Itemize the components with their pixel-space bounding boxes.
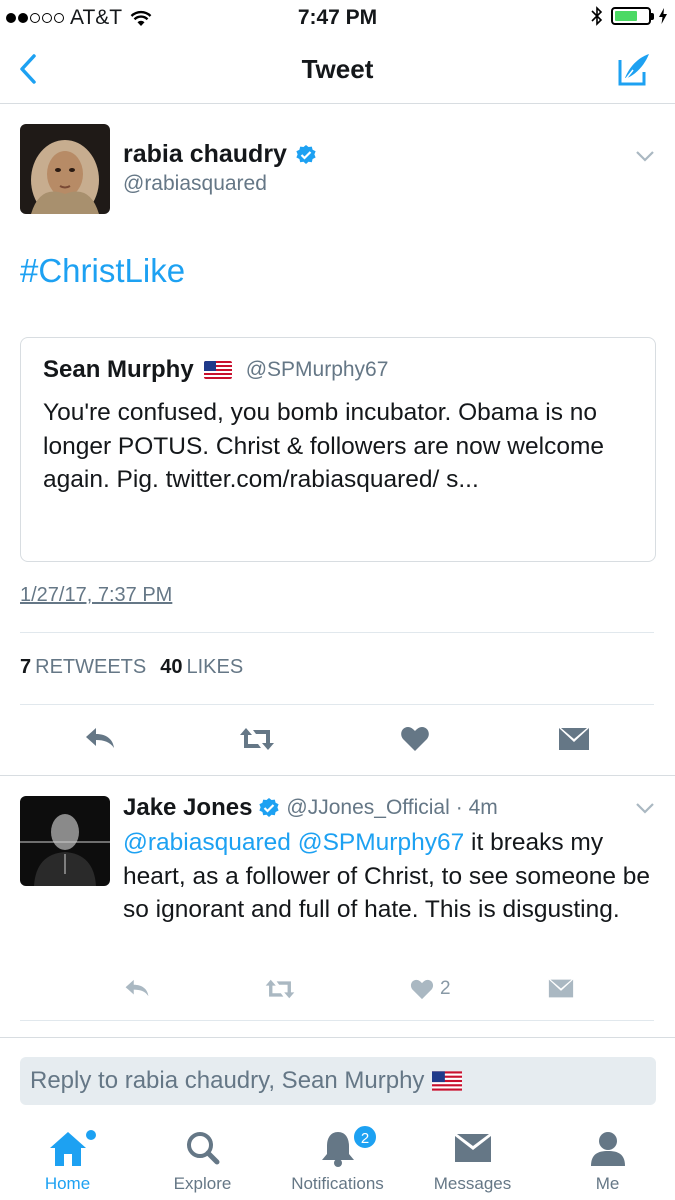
- like-button[interactable]: 2: [410, 978, 451, 1000]
- new-content-dot: [86, 1130, 96, 1140]
- reply-icon: [125, 979, 149, 997]
- tab-label: Explore: [173, 1174, 232, 1193]
- reply-button[interactable]: [84, 726, 116, 750]
- retweet-button[interactable]: [264, 978, 296, 1000]
- like-count[interactable]: 40 LIKES: [160, 656, 243, 679]
- tab-home[interactable]: Home: [0, 1118, 135, 1200]
- heart-icon: [410, 979, 434, 999]
- mention-link[interactable]: @SPMurphy67: [298, 829, 465, 856]
- chevron-down-icon[interactable]: [635, 150, 655, 162]
- person-icon: [591, 1132, 625, 1166]
- author-name-text: rabia chaudry: [123, 140, 287, 168]
- retweet-count[interactable]: 7 RETWEETS: [20, 656, 146, 679]
- reply-header: Jake Jones @JJones_Official · 4m: [123, 794, 498, 822]
- home-icon: [50, 1132, 86, 1166]
- tab-label: Home: [44, 1174, 91, 1193]
- reply-button[interactable]: [124, 978, 150, 998]
- avatar-image: [20, 124, 110, 214]
- section-divider: [0, 775, 675, 776]
- envelope-icon: [559, 728, 589, 750]
- verified-badge-icon: [296, 144, 316, 164]
- engagement-counts: 7 RETWEETS 40 LIKES: [20, 656, 243, 679]
- reply-icon: [86, 728, 114, 748]
- reply-author-handle[interactable]: @JJones_Official: [286, 796, 449, 820]
- reply-actions: 2: [0, 962, 675, 1022]
- direct-message-button[interactable]: [548, 978, 574, 999]
- charging-bolt-icon: [659, 8, 667, 24]
- tab-me[interactable]: Me: [540, 1118, 675, 1200]
- direct-message-button[interactable]: [558, 726, 590, 752]
- tab-explore[interactable]: Explore: [135, 1118, 270, 1200]
- quoted-author-handle: @SPMurphy67: [245, 358, 389, 381]
- tab-bar: Home Explore 2 Notifications Messages Me: [0, 1118, 675, 1200]
- tab-messages[interactable]: Messages: [405, 1118, 540, 1200]
- tab-label: Me: [595, 1174, 620, 1193]
- search-icon: [187, 1132, 220, 1165]
- avatar[interactable]: [20, 796, 110, 886]
- mention-link[interactable]: @rabiasquared: [123, 829, 291, 856]
- quoted-tweet[interactable]: Sean Murphy @SPMurphy67 You're confused,…: [20, 337, 656, 562]
- envelope-icon: [455, 1134, 491, 1162]
- retweet-icon: [265, 979, 295, 999]
- reply-text[interactable]: @rabiasquared @SPMurphy67 it breaks my h…: [123, 826, 658, 927]
- status-time: 7:47 PM: [297, 6, 378, 29]
- divider: [20, 1020, 654, 1021]
- bluetooth-icon: [591, 6, 603, 26]
- divider: [20, 704, 654, 705]
- composer-divider: [0, 1037, 675, 1038]
- battery-icon: [611, 7, 654, 25]
- divider: [20, 632, 654, 633]
- reply-input[interactable]: Reply to rabia chaudry, Sean Murphy: [20, 1057, 656, 1105]
- quoted-tweet-header: Sean Murphy @SPMurphy67: [43, 356, 633, 384]
- notification-badge: 2: [352, 1124, 378, 1150]
- tweet-actions: [0, 712, 675, 772]
- us-flag-icon: [432, 1071, 463, 1091]
- us-flag-icon: [203, 361, 232, 379]
- tweet-text[interactable]: #ChristLike: [20, 252, 185, 290]
- avatar[interactable]: [20, 124, 110, 214]
- reply-input-placeholder: Reply to rabia chaudry, Sean Murphy: [30, 1067, 425, 1094]
- chevron-down-icon[interactable]: [635, 802, 655, 814]
- like-count: 2: [440, 978, 451, 999]
- retweet-icon: [240, 728, 274, 750]
- quoted-author-name: Sean Murphy: [43, 356, 194, 383]
- tab-label: Messages: [433, 1174, 512, 1193]
- envelope-icon: [548, 979, 574, 998]
- tab-notifications[interactable]: 2 Notifications: [270, 1118, 405, 1200]
- reply-time: · 4m: [455, 796, 498, 819]
- retweet-button[interactable]: [238, 726, 276, 752]
- author-name[interactable]: rabia chaudry: [123, 140, 317, 169]
- navigation-bar: Tweet: [0, 36, 675, 104]
- like-button[interactable]: [400, 726, 430, 752]
- author-handle[interactable]: @rabiasquared: [123, 172, 267, 196]
- heart-icon: [401, 727, 429, 751]
- tweet-timestamp[interactable]: 1/27/17, 7:37 PM: [20, 584, 172, 607]
- quoted-tweet-text: You're confused, you bomb incubator. Oba…: [43, 399, 604, 493]
- page-title: Tweet: [301, 54, 374, 84]
- reply-author-name[interactable]: Jake Jones: [123, 794, 252, 822]
- status-bar: AT&T 7:47 PM: [0, 0, 675, 36]
- tab-label: Notifications: [291, 1174, 384, 1193]
- compose-tweet-icon[interactable]: [615, 50, 653, 88]
- status-right: [591, 6, 667, 26]
- verified-badge-icon: [259, 798, 280, 817]
- avatar-image: [20, 796, 110, 886]
